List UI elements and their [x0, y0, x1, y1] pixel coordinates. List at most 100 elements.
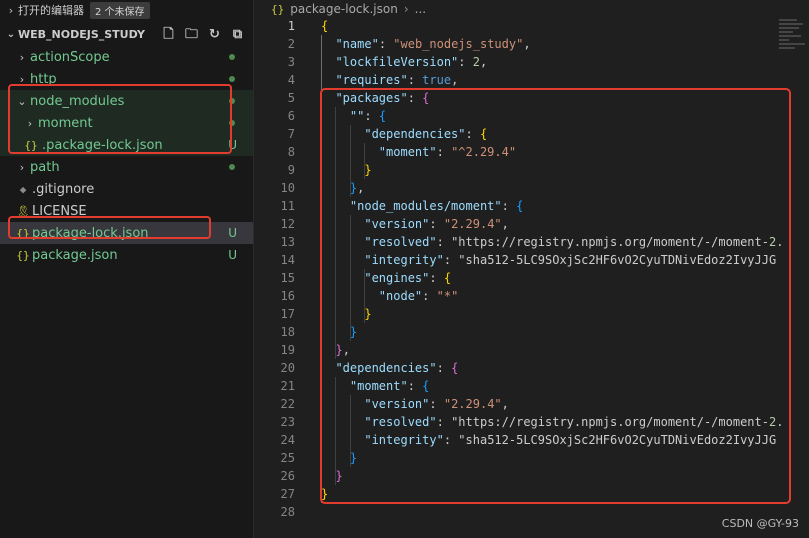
- tree-item-label: http: [30, 71, 57, 87]
- line-number: 1: [287, 19, 295, 33]
- line-text: "name": "web_nodejs_study",: [335, 37, 531, 51]
- code-line[interactable]: 11 "node_modules/moment": {: [255, 197, 809, 215]
- breadcrumb: {} package-lock.json › ...: [255, 0, 809, 18]
- line-text: }: [349, 325, 358, 339]
- tree-item-label: moment: [38, 115, 93, 131]
- code-line[interactable]: 16 "node": "*": [255, 287, 809, 305]
- tree-item-actionscope[interactable]: › actionScope: [0, 46, 253, 68]
- code-line[interactable]: 1{: [255, 17, 809, 35]
- tree-item-moment[interactable]: › moment: [0, 112, 253, 134]
- minimap[interactable]: [779, 17, 809, 77]
- line-number: 19: [280, 343, 295, 357]
- code-line[interactable]: 9 }: [255, 161, 809, 179]
- code-line[interactable]: 24 "integrity": "sha512-5LC9SOxjSc2HF6vO…: [255, 431, 809, 449]
- collapse-all-icon[interactable]: ⧉: [230, 27, 245, 42]
- code-line[interactable]: 17 }: [255, 305, 809, 323]
- indent-guide: [335, 377, 337, 485]
- license-icon: 🎗: [16, 204, 30, 218]
- line-text: "moment": {: [349, 379, 430, 393]
- chevron-right-icon: ›: [19, 160, 25, 174]
- unsaved-badge: 2 个未保存: [90, 1, 150, 19]
- line-text: "integrity": "sha512-5LC9SOxjSc2HF6vO2Cy…: [364, 253, 777, 267]
- line-number: 15: [280, 271, 295, 285]
- code-line[interactable]: 8 "moment": "^2.29.4": [255, 143, 809, 161]
- breadcrumb-file[interactable]: package-lock.json: [290, 2, 398, 16]
- refresh-icon[interactable]: ↻: [207, 27, 222, 42]
- line-number: 16: [280, 289, 295, 303]
- file-tree: › actionScope › http ⌄ node_modules › mo…: [0, 46, 253, 266]
- new-file-icon[interactable]: 🗋: [161, 27, 176, 42]
- code-line[interactable]: 22 "version": "2.29.4",: [255, 395, 809, 413]
- code-line[interactable]: 26 }: [255, 467, 809, 485]
- line-number: 3: [287, 55, 295, 69]
- code-line[interactable]: 18 }: [255, 323, 809, 341]
- tree-item-http[interactable]: › http: [0, 68, 253, 90]
- tree-item-label: path: [30, 159, 60, 175]
- code-line[interactable]: 15 "engines": {: [255, 269, 809, 287]
- code-line[interactable]: 27}: [255, 485, 809, 503]
- code-line[interactable]: 2 "name": "web_nodejs_study",: [255, 35, 809, 53]
- tree-item-dot-package-lock[interactable]: {} .package-lock.json U: [0, 134, 253, 156]
- line-text: "integrity": "sha512-5LC9SOxjSc2HF6vO2Cy…: [364, 433, 777, 447]
- indent-guide: [349, 125, 351, 197]
- folder-header[interactable]: ⌄ WEB_NODEJS_STUDY 🗋 🗀 ↻ ⧉: [0, 23, 253, 45]
- tree-item-node-modules[interactable]: ⌄ node_modules: [0, 90, 253, 112]
- git-status-badge: U: [228, 226, 237, 240]
- tree-item-label: actionScope: [30, 49, 110, 65]
- code-line[interactable]: 5 "packages": {: [255, 89, 809, 107]
- tree-item-gitignore[interactable]: ◆ .gitignore: [0, 178, 253, 200]
- line-number: 21: [280, 379, 295, 393]
- braces-icon: {}: [24, 138, 38, 152]
- line-number: 18: [280, 325, 295, 339]
- tree-item-package-lock[interactable]: {} package-lock.json U: [0, 222, 253, 244]
- line-number: 23: [280, 415, 295, 429]
- line-number: 28: [280, 505, 295, 519]
- code-line[interactable]: 4 "requires": true,: [255, 71, 809, 89]
- code-line[interactable]: 14 "integrity": "sha512-5LC9SOxjSc2HF6vO…: [255, 251, 809, 269]
- code-line[interactable]: 10 },: [255, 179, 809, 197]
- git-status-badge: U: [228, 138, 237, 152]
- tree-item-label: .package-lock.json: [42, 137, 163, 153]
- line-text: "": {: [349, 109, 387, 123]
- code-line[interactable]: 21 "moment": {: [255, 377, 809, 395]
- line-number: 25: [280, 451, 295, 465]
- indent-guide: [335, 107, 337, 359]
- chevron-right-icon: ›: [19, 50, 25, 64]
- new-folder-icon[interactable]: 🗀: [184, 27, 199, 42]
- code-line[interactable]: 23 "resolved": "https://registry.npmjs.o…: [255, 413, 809, 431]
- tree-item-path[interactable]: › path: [0, 156, 253, 178]
- git-icon: ◆: [19, 182, 27, 196]
- chevron-right-icon: ›: [27, 116, 33, 130]
- breadcrumb-more[interactable]: ...: [415, 2, 426, 16]
- braces-icon: {}: [271, 2, 285, 16]
- chevron-down-icon: ⌄: [17, 94, 27, 108]
- modified-dot: [229, 76, 235, 82]
- line-text: }: [321, 487, 329, 501]
- tree-item-package-json[interactable]: {} package.json U: [0, 244, 253, 266]
- code-line[interactable]: 3 "lockfileVersion": 2,: [255, 53, 809, 71]
- code-lines[interactable]: 1{2 "name": "web_nodejs_study", 3 "lockfi…: [255, 17, 809, 521]
- line-number: 6: [287, 109, 295, 123]
- line-text: "node_modules/moment": {: [349, 199, 524, 213]
- tree-item-label: package-lock.json: [32, 225, 149, 241]
- code-line[interactable]: 12 "version": "2.29.4",: [255, 215, 809, 233]
- code-line[interactable]: 25 }: [255, 449, 809, 467]
- open-editors-header[interactable]: › 打开的编辑器 2 个未保存: [0, 0, 253, 20]
- line-number: 10: [280, 181, 295, 195]
- line-number: 24: [280, 433, 295, 447]
- folder-name: WEB_NODEJS_STUDY: [18, 27, 145, 41]
- line-number: 13: [280, 235, 295, 249]
- code-line[interactable]: 19 },: [255, 341, 809, 359]
- code-line[interactable]: 7 "dependencies": {: [255, 125, 809, 143]
- explorer-sidebar: › 打开的编辑器 2 个未保存 ⌄ WEB_NODEJS_STUDY 🗋 🗀 ↻…: [0, 0, 254, 538]
- line-text: "dependencies": {: [335, 361, 459, 375]
- line-text: "engines": {: [364, 271, 452, 285]
- tree-item-license[interactable]: 🎗 LICENSE: [0, 200, 253, 222]
- line-text: }: [349, 451, 358, 465]
- code-line[interactable]: 13 "resolved": "https://registry.npmjs.o…: [255, 233, 809, 251]
- code-line[interactable]: 20 "dependencies": {: [255, 359, 809, 377]
- tree-item-label: package.json: [32, 247, 118, 263]
- code-line[interactable]: 6 "": {: [255, 107, 809, 125]
- tree-item-label: LICENSE: [32, 203, 87, 219]
- chevron-right-icon: ›: [19, 72, 25, 86]
